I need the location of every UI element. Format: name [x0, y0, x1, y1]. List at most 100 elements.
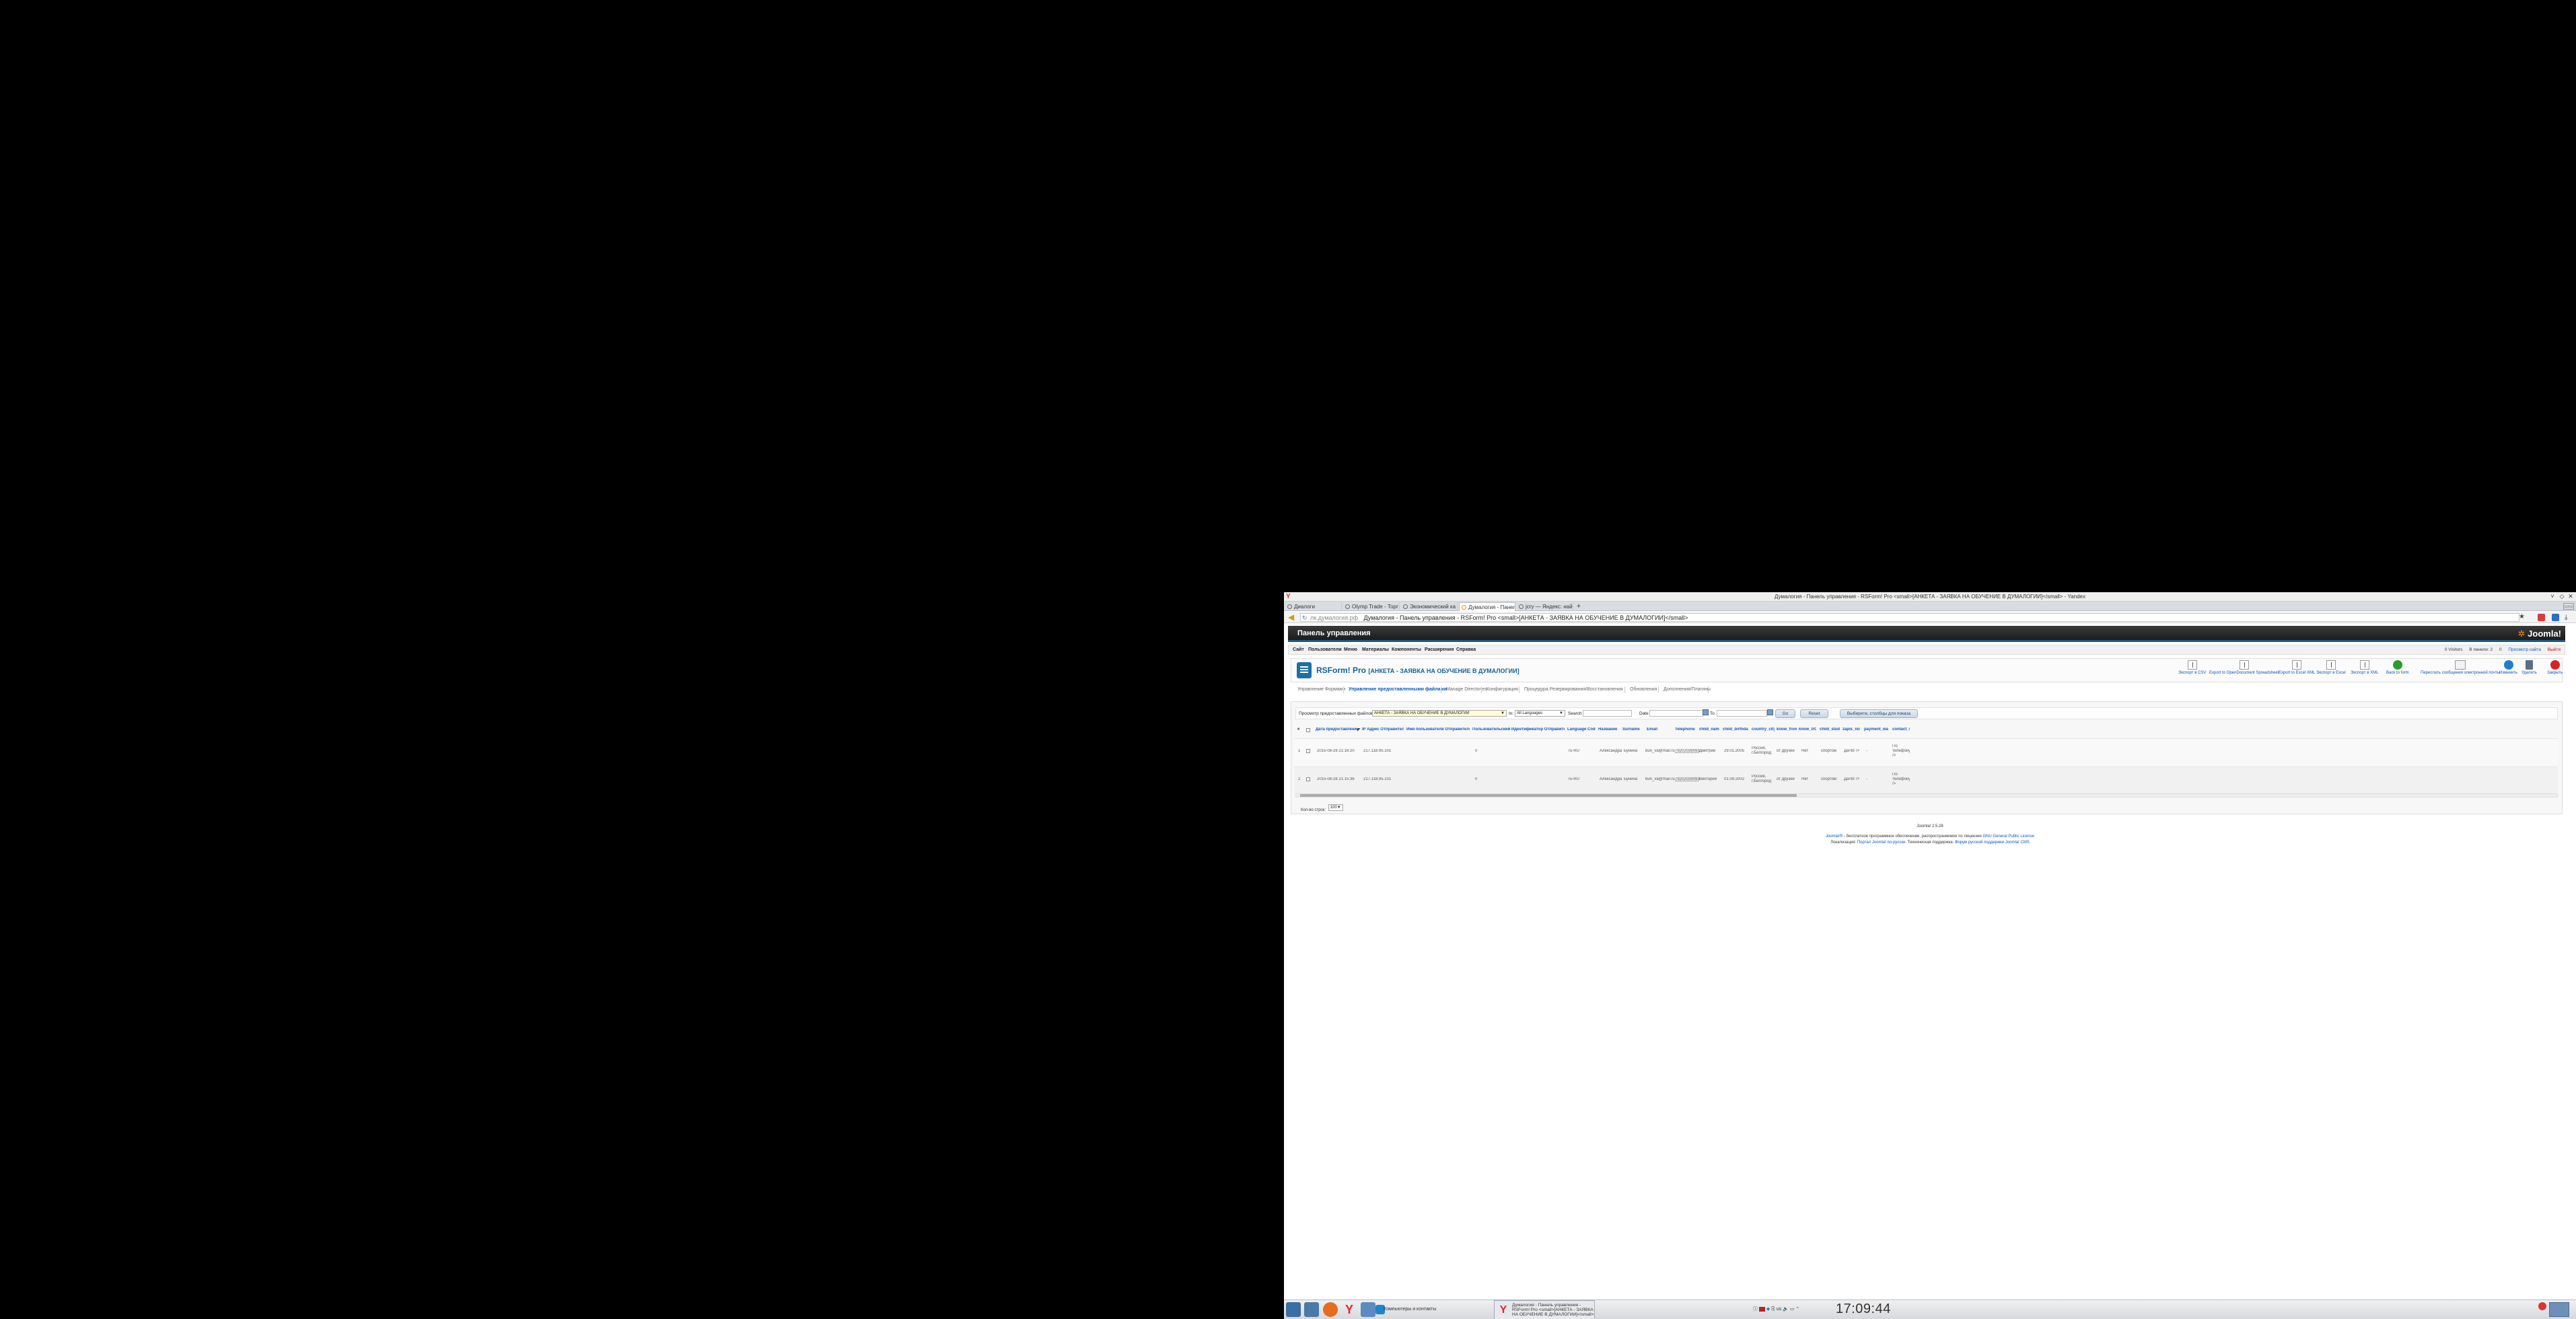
- column-header-contact-way[interactable]: contact_w: [1892, 727, 1910, 737]
- new-tab-button[interactable]: +: [1575, 602, 1583, 610]
- column-header-surname[interactable]: Surname: [1622, 727, 1640, 737]
- column-header-email[interactable]: Email: [1647, 727, 1660, 737]
- column-header-know-trtz[interactable]: know_trtz: [1799, 727, 1816, 737]
- bookmark-star-icon[interactable]: ★: [2519, 613, 2525, 620]
- menu-item-extensions[interactable]: Расширения: [1425, 647, 1454, 652]
- subnav-manage-forms[interactable]: Управление Формами: [1297, 687, 1345, 692]
- calendar-icon[interactable]: [1703, 709, 1709, 715]
- notification-icon[interactable]: [2538, 1302, 2546, 1310]
- resend-emails-button[interactable]: Переслать сообщения электронной почты: [2421, 660, 2500, 675]
- column-header-userid[interactable]: Пользовательский Идентификатор Отправите…: [1472, 727, 1565, 737]
- column-header-child-study[interactable]: child_study: [1820, 727, 1840, 737]
- date-from-input[interactable]: [1649, 710, 1703, 717]
- clipboard-icon[interactable]: ⎘: [1771, 1307, 1775, 1312]
- tab-yandex[interactable]: jcry — Яндекс: най: [1517, 602, 1573, 611]
- search-input[interactable]: [1583, 710, 1632, 717]
- firefox-icon[interactable]: [1323, 1302, 1338, 1317]
- keyboard-layout[interactable]: us: [1777, 1307, 1781, 1312]
- tray-expand-icon[interactable]: ⌃: [1795, 1307, 1799, 1312]
- language-select[interactable]: All Languages ▼: [1515, 710, 1565, 717]
- close-icon[interactable]: ✕: [2567, 593, 2574, 600]
- subnav-submissions[interactable]: Управление предоставленными файлами: [1349, 687, 1447, 692]
- joomla-link[interactable]: Joomla!®: [1826, 834, 1842, 839]
- form-select[interactable]: АНКЕТА - ЗАЯВКА НА ОБУЧЕНИЕ В ДУМАЛОГИИ ▼: [1372, 710, 1507, 717]
- subnav-backup-restore[interactable]: Процедура Резервирования/Восстановления: [1524, 687, 1623, 692]
- table-row[interactable]: 1 2015-08-28 21:16:20 217.118.95.101 0 r…: [1294, 738, 2558, 767]
- export-excel-button[interactable]: Экспорт в Excel: [2316, 660, 2346, 675]
- minimize-icon[interactable]: ˅: [2549, 593, 2556, 600]
- column-header-country-city[interactable]: country_city: [1752, 727, 1775, 737]
- export-csv-button[interactable]: Экспорт в CSV: [2178, 660, 2206, 675]
- logout-link[interactable]: Выйти: [2548, 647, 2561, 652]
- export-ods-button[interactable]: Export to OpenDocument Spreadsheet: [2209, 660, 2279, 675]
- tray-info-icon[interactable]: ⓘ: [1753, 1307, 1758, 1312]
- reset-button[interactable]: Reset: [1800, 709, 1828, 718]
- column-header-ip[interactable]: IP Адрес Отправителя: [1362, 727, 1404, 737]
- back-to-form-button[interactable]: Back to form: [2386, 660, 2409, 675]
- rows-per-page-select[interactable]: 100 ▼: [1328, 804, 1343, 811]
- column-header-username[interactable]: Имя пользователя Отправителя: [1406, 727, 1470, 737]
- tab-dumalogia[interactable]: Думалогия - Панел: [1459, 602, 1515, 611]
- flag-icon[interactable]: [1758, 1306, 1765, 1312]
- messages-count[interactable]: 0: [2499, 647, 2502, 652]
- column-header-name[interactable]: Название: [1598, 727, 1618, 737]
- volume-icon[interactable]: 🔈: [1783, 1307, 1789, 1312]
- column-header-telephone[interactable]: Telephone: [1675, 727, 1695, 737]
- column-header-child-name[interactable]: child_name: [1699, 727, 1719, 737]
- table-row[interactable]: 2 2015-08-28 21:15:36 217.118.95.101 0 r…: [1294, 767, 2558, 795]
- subnav-configuration[interactable]: Конфигурация: [1487, 687, 1518, 692]
- tabs-menu-button[interactable]: ▭▭: [2563, 603, 2574, 610]
- extension-icon[interactable]: [2538, 614, 2545, 621]
- taskbar-task-teamviewer[interactable]: Компьютеры и контакты: [1384, 1307, 1436, 1312]
- back-arrow-icon[interactable]: ◀: [1288, 613, 1297, 621]
- row-checkbox[interactable]: [1306, 777, 1310, 781]
- close-button[interactable]: Закрыть: [2547, 660, 2563, 675]
- tab-econ[interactable]: Экономический ка: [1401, 602, 1458, 611]
- column-header-date[interactable]: Дата предоставления: [1316, 727, 1357, 737]
- column-header-payment-way[interactable]: payment_way: [1864, 727, 1888, 737]
- cell-telephone[interactable]: 79202039093: [1675, 749, 1700, 753]
- cell-telephone[interactable]: 79202039093: [1675, 777, 1700, 781]
- yandex-browser-icon[interactable]: Y: [1342, 1302, 1357, 1317]
- menu-item-users[interactable]: Пользователи: [1308, 647, 1342, 652]
- joomla-ru-portal-link[interactable]: Портал Joomla! по-русски: [1857, 841, 1905, 845]
- calendar-icon[interactable]: [1767, 709, 1773, 715]
- support-forum-link[interactable]: Форум русской поддержки Joomla! CMS: [1955, 841, 2030, 845]
- scrollbar-thumb[interactable]: [1300, 794, 1797, 797]
- desktop-icon[interactable]: [1361, 1302, 1375, 1317]
- horizontal-scrollbar[interactable]: [1295, 793, 2558, 797]
- subnav-updates[interactable]: Обновления: [1630, 687, 1657, 692]
- delete-button[interactable]: Удалить: [2521, 660, 2537, 675]
- maximize-icon[interactable]: ◇: [2559, 593, 2565, 600]
- choose-columns-button[interactable]: Выберите, столбцы для показа: [1840, 709, 1918, 718]
- menu-item-menus[interactable]: Меню: [1344, 647, 1357, 652]
- select-all-checkbox[interactable]: [1306, 728, 1310, 732]
- display-icon[interactable]: ▭: [1790, 1307, 1795, 1312]
- menu-item-site[interactable]: Сайт: [1293, 647, 1304, 652]
- tab-olymp[interactable]: Olymp Trade - Торг: [1343, 602, 1400, 611]
- tray-app-icon[interactable]: ◆: [1766, 1307, 1770, 1312]
- preview-site-link[interactable]: Просмотр сайта: [2508, 647, 2541, 652]
- row-checkbox[interactable]: [1306, 749, 1310, 753]
- url-field[interactable]: ↻ лк.думалогия.рф Думалогия - Панель упр…: [1300, 613, 2519, 622]
- column-header-zapis-now[interactable]: zapis_now: [1842, 727, 1860, 737]
- date-to-input[interactable]: [1717, 710, 1767, 717]
- mail-icon[interactable]: [2552, 614, 2559, 621]
- show-desktop-icon[interactable]: [2549, 1302, 2569, 1317]
- menu-item-components[interactable]: Компоненты: [1392, 647, 1421, 652]
- gpl-link[interactable]: GNU General Public License: [1982, 834, 2034, 839]
- refresh-icon[interactable]: ↻: [1302, 614, 1308, 621]
- column-header-know-from[interactable]: know_from: [1777, 727, 1797, 737]
- download-icon[interactable]: ⤓: [2565, 614, 2572, 621]
- kde-menu-icon[interactable]: [1286, 1302, 1301, 1317]
- taskbar-task-browser[interactable]: Y Думалогия - Панель управления - RSForm…: [1494, 1300, 1595, 1319]
- subnav-plugins[interactable]: Дополнения/Плагины: [1663, 687, 1711, 692]
- go-button[interactable]: Go: [1775, 709, 1795, 718]
- edit-button[interactable]: Изменить: [2499, 660, 2517, 675]
- export-excel-xml-button[interactable]: Export to Excel XML: [2279, 660, 2315, 675]
- export-xml-button[interactable]: Экспорт в XML: [2351, 660, 2378, 675]
- tab-dialogs[interactable]: Диалоги: [1285, 602, 1342, 611]
- file-manager-icon[interactable]: [1304, 1302, 1319, 1317]
- column-header-language[interactable]: Language Code: [1567, 727, 1596, 737]
- menu-item-content[interactable]: Материалы: [1362, 647, 1389, 652]
